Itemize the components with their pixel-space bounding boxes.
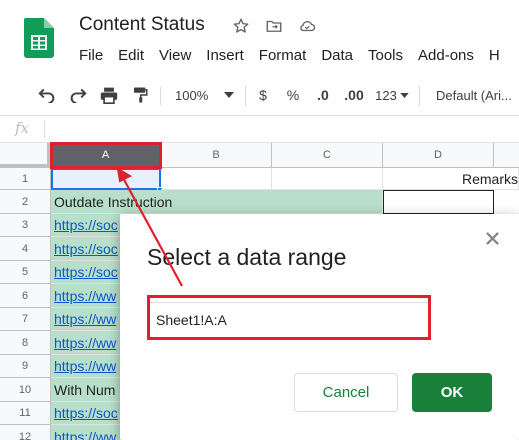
annotation-arrow-icon bbox=[116, 167, 183, 287]
